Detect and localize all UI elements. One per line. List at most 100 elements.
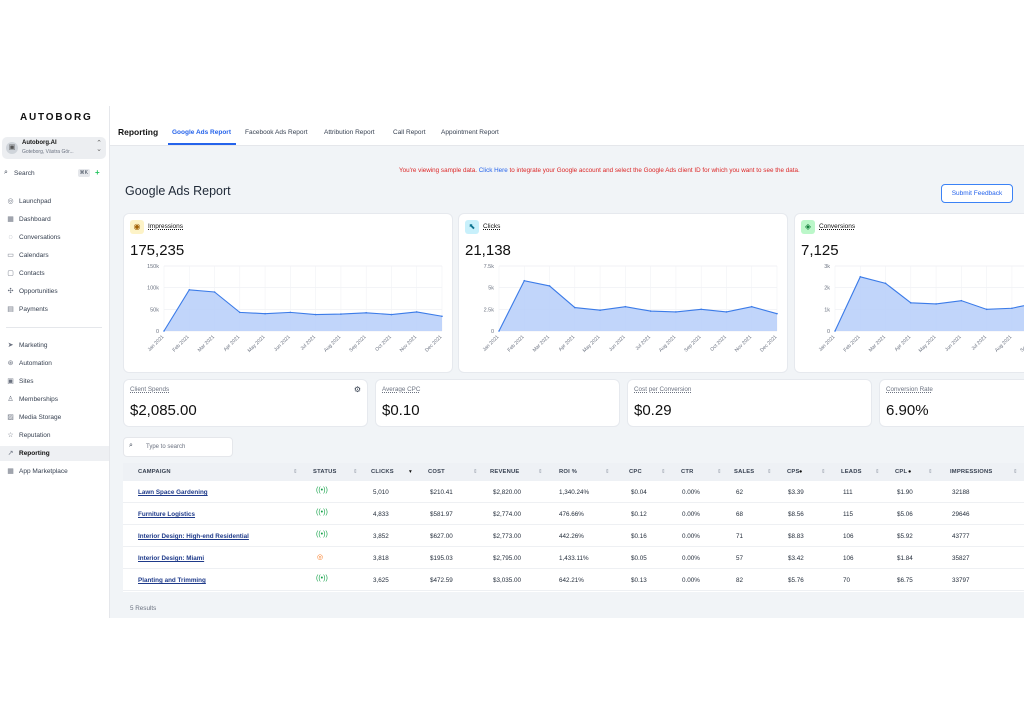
sort-icon[interactable]: ⇕ xyxy=(605,469,610,475)
col-impressions[interactable]: IMPRESSIONS xyxy=(950,469,992,475)
sort-icon[interactable]: ⇕ xyxy=(875,469,880,475)
cell-cost: $472.59 xyxy=(430,577,453,584)
sort-icon[interactable]: ⇕ xyxy=(293,469,298,475)
sidebar-divider xyxy=(6,327,102,328)
sort-icon[interactable]: ⇕ xyxy=(661,469,666,475)
submit-feedback-button[interactable]: Submit Feedback xyxy=(941,184,1013,203)
gear-icon[interactable]: ⚙ xyxy=(354,385,361,394)
live-status-icon: ((•)) xyxy=(316,487,328,494)
campaign-link[interactable]: Interior Design: High-end Residential xyxy=(138,533,249,540)
col-status[interactable]: STATUS xyxy=(313,469,337,475)
cell-sales: 57 xyxy=(736,555,744,562)
sidebar-item-conversations[interactable]: ◌ Conversations xyxy=(0,230,109,245)
sidebar-item-launchpad[interactable]: ◎ Launchpad xyxy=(0,194,109,209)
kpi-name: Cost per Conversion xyxy=(634,386,692,393)
col-roi[interactable]: ROI % xyxy=(559,469,577,475)
cell-leads: 111 xyxy=(843,489,853,496)
sidebar-item-app-marketplace[interactable]: ▦ App Marketplace xyxy=(0,464,109,479)
sidebar-item-reputation[interactable]: ☆ Reputation xyxy=(0,428,109,443)
kpi-value: $0.29 xyxy=(634,402,672,419)
cell-sales: 62 xyxy=(736,489,744,496)
sort-icon[interactable]: ⇕ xyxy=(538,469,543,475)
col-leads[interactable]: LEADS xyxy=(841,469,862,475)
cell-sales: 82 xyxy=(736,577,744,584)
col-cost[interactable]: COST xyxy=(428,469,445,475)
sidebar-item-payments[interactable]: ▤ Payments xyxy=(0,302,109,317)
sidebar-search-label: Search xyxy=(14,170,35,177)
client-spends-card: Client Spends $2,085.00 ⚙ xyxy=(123,379,368,427)
sort-icon[interactable]: ⇕ xyxy=(928,469,933,475)
sort-icon[interactable]: ⇕ xyxy=(473,469,478,475)
sidebar-search[interactable]: ⌕ Search ⌘K xyxy=(2,168,90,180)
sidebar-item-automation[interactable]: ⊛ Automation xyxy=(0,356,109,371)
sidebar-item-label: Marketing xyxy=(19,342,48,349)
y-tick-label: 150k xyxy=(147,264,159,270)
sort-icon[interactable]: ⇕ xyxy=(717,469,722,475)
table-search-input[interactable]: ⌕ Type to search xyxy=(123,437,233,457)
search-icon: ⌕ xyxy=(129,442,133,449)
col-sales[interactable]: SALES xyxy=(734,469,754,475)
cell-cost: $195.03 xyxy=(430,555,453,562)
col-cpc[interactable]: CPC xyxy=(629,469,642,475)
cell-cpl: $6.75 xyxy=(897,577,913,584)
sort-icon[interactable]: ⇕ xyxy=(767,469,772,475)
top-bar: Reporting Google Ads Report Facebook Ads… xyxy=(110,106,1024,146)
campaign-link[interactable]: Planting and Trimming xyxy=(138,577,206,584)
data-point xyxy=(163,330,165,332)
sort-icon[interactable]: ⇕ xyxy=(353,469,358,475)
col-cps[interactable]: CPS xyxy=(787,469,800,475)
data-point xyxy=(314,313,317,316)
sort-desc-icon[interactable]: ▾ xyxy=(409,469,412,475)
quick-add-button[interactable]: + xyxy=(95,168,100,177)
sort-icon[interactable]: ⇕ xyxy=(821,469,826,475)
data-point xyxy=(725,311,728,313)
cell-sales: 71 xyxy=(736,533,744,540)
tab-attribution-report[interactable]: Attribution Report xyxy=(324,129,375,136)
tab-facebook-ads-report[interactable]: Facebook Ads Report xyxy=(245,129,308,136)
data-point xyxy=(213,291,216,293)
building-icon: ▣ xyxy=(6,142,18,154)
sidebar-item-memberships[interactable]: ♙ Memberships xyxy=(0,392,109,407)
tab-google-ads-report[interactable]: Google Ads Report xyxy=(172,129,231,136)
kpi-name: Conversion Rate xyxy=(886,386,933,393)
cell-ctr: 0.00% xyxy=(682,577,700,584)
campaign-link[interactable]: Furniture Logistics xyxy=(138,511,195,518)
tab-appointment-report[interactable]: Appointment Report xyxy=(441,129,499,136)
cell-cpc: $0.12 xyxy=(631,511,647,518)
sidebar-item-label: Reporting xyxy=(19,450,50,457)
notice-text-rest: to integrate your Google account and sel… xyxy=(509,167,800,174)
sidebar-item-calendars[interactable]: ▭ Calendars xyxy=(0,248,109,263)
kpi-value: $2,085.00 xyxy=(130,402,197,419)
sidebar-item-contacts[interactable]: ▢ Contacts xyxy=(0,266,109,281)
x-tick-label: May 2021 xyxy=(918,334,938,354)
col-campaign[interactable]: CAMPAIGN xyxy=(138,469,171,475)
campaign-link[interactable]: Interior Design: Miami xyxy=(138,555,204,562)
help-icon[interactable]: ● xyxy=(908,469,911,475)
x-tick-label: Feb 2021 xyxy=(506,334,525,353)
integrate-link[interactable]: Click Here xyxy=(479,167,508,174)
sidebar-item-media-storage[interactable]: ▨ Media Storage xyxy=(0,410,109,425)
impressions-chart: 150k 100k 50k 0Jan 2021 Feb 2021 Mar 2021 Apr … xyxy=(147,264,444,354)
x-tick-label: Mar 2021 xyxy=(197,334,216,353)
col-clicks[interactable]: CLICKS xyxy=(371,469,394,475)
automation-icon: ⊛ xyxy=(7,360,14,367)
sidebar-item-opportunities[interactable]: ✣ Opportunities xyxy=(0,284,109,299)
sidebar-item-marketing[interactable]: ➤ Marketing xyxy=(0,338,109,353)
cell-roi: 642.21% xyxy=(559,577,584,584)
sample-data-notice: You're viewing sample data. Click Here t… xyxy=(399,167,800,174)
help-icon[interactable]: ● xyxy=(799,469,802,475)
col-revenue[interactable]: REVENUE xyxy=(490,469,519,475)
sidebar-item-reporting[interactable]: ↗ Reporting xyxy=(0,446,109,461)
cell-cps: $3.42 xyxy=(788,555,804,562)
col-ctr[interactable]: CTR xyxy=(681,469,694,475)
data-point xyxy=(675,311,677,313)
metric-name: Impressions xyxy=(148,223,184,230)
sidebar-item-dashboard[interactable]: ▦ Dashboard xyxy=(0,212,109,227)
tab-call-report[interactable]: Call Report xyxy=(393,129,426,136)
sort-icon[interactable]: ⇕ xyxy=(1013,469,1018,475)
data-point xyxy=(750,305,753,308)
sidebar-item-sites[interactable]: ▣ Sites xyxy=(0,374,109,389)
campaign-link[interactable]: Lawn Space Gardening xyxy=(138,489,208,496)
account-switcher[interactable]: ▣ Autoborg.AI Goteborg, Västra Gör... ⌃ ⌄ xyxy=(2,137,106,159)
col-cpl[interactable]: CPL xyxy=(895,469,907,475)
